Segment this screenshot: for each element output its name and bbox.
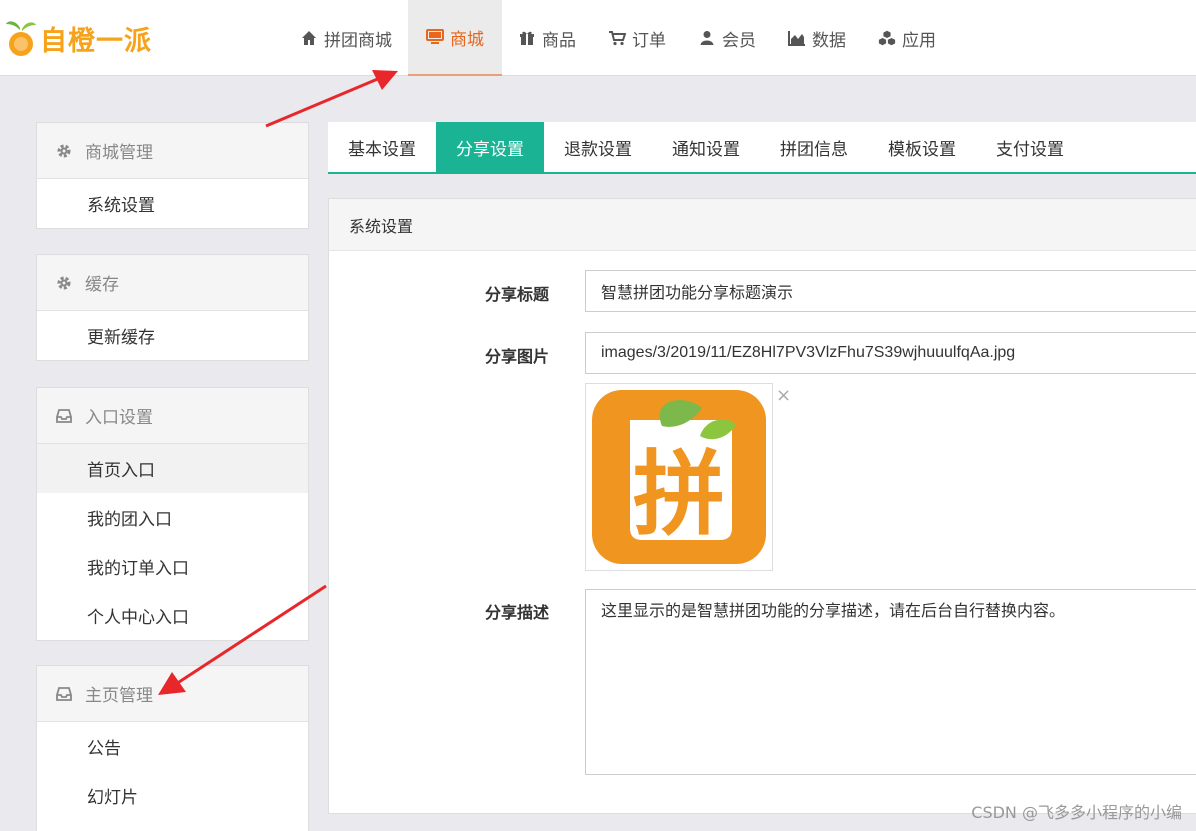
sidebar-group-header[interactable]: 主页管理 bbox=[37, 666, 308, 722]
brand-name: 自橙一派 bbox=[40, 25, 152, 57]
cart-icon bbox=[608, 29, 626, 47]
nav-label: 拼团商城 bbox=[324, 30, 392, 51]
nav-item-members[interactable]: 会员 bbox=[682, 0, 772, 76]
nav-item-orders[interactable]: 订单 bbox=[592, 0, 682, 76]
monitor-icon bbox=[426, 28, 444, 46]
area-chart-icon bbox=[788, 29, 806, 47]
sidebar-item-slideshow[interactable]: 幻灯片 bbox=[37, 771, 308, 820]
tab-template-settings[interactable]: 模板设置 bbox=[868, 122, 976, 172]
share-title-input[interactable] bbox=[585, 270, 1196, 312]
sidebar-item-my-order-entry[interactable]: 我的订单入口 bbox=[37, 542, 308, 591]
pin-logo-glyph: 拼 bbox=[633, 441, 725, 548]
red-arrow-line bbox=[265, 76, 381, 128]
nav-label: 商品 bbox=[542, 30, 576, 51]
sidebar-group-title: 缓存 bbox=[85, 275, 119, 295]
nav-item-goods[interactable]: 商品 bbox=[502, 0, 592, 76]
nav-item-data[interactable]: 数据 bbox=[772, 0, 862, 76]
gear-icon bbox=[55, 274, 73, 292]
sidebar-group-header[interactable]: 缓存 bbox=[37, 255, 308, 311]
sidebar-item-home-entry[interactable]: 首页入口 bbox=[37, 444, 308, 493]
main-nav: 拼团商城 商城 商品 订单 会员 数据 应用 bbox=[284, 0, 952, 76]
tab-payment-settings[interactable]: 支付设置 bbox=[976, 122, 1084, 172]
share-desc-textarea[interactable]: 这里显示的是智慧拼团功能的分享描述，请在后台自行替换内容。 bbox=[585, 589, 1196, 775]
nav-label: 订单 bbox=[632, 30, 666, 51]
sidebar-group-mall-management: 商城管理 系统设置 bbox=[36, 122, 309, 229]
sidebar-item-system-settings[interactable]: 系统设置 bbox=[37, 179, 308, 228]
gift-icon bbox=[518, 29, 536, 47]
gear-icon bbox=[55, 142, 73, 160]
inbox-icon bbox=[55, 685, 73, 703]
sidebar-item-profile-entry[interactable]: 个人中心入口 bbox=[37, 591, 308, 640]
share-image-input[interactable] bbox=[585, 332, 1196, 374]
settings-tabs: 基本设置 分享设置 退款设置 通知设置 拼团信息 模板设置 支付设置 bbox=[328, 122, 1196, 174]
nav-label: 应用 bbox=[902, 30, 936, 51]
nav-label: 数据 bbox=[812, 30, 846, 51]
sidebar-item-update-cache[interactable]: 更新缓存 bbox=[37, 311, 308, 360]
tab-group-info[interactable]: 拼团信息 bbox=[760, 122, 868, 172]
share-image-preview: 拼 bbox=[585, 383, 773, 571]
share-settings-panel: 系统设置 分享标题 分享图片 拼 × 分享描述 这里显示的是智慧拼团功能的分享描… bbox=[328, 198, 1196, 814]
sidebar-group-home-management: 主页管理 公告 幻灯片 bbox=[36, 665, 309, 831]
sidebar-item-notice[interactable]: 公告 bbox=[37, 722, 308, 771]
sidebar-group-header[interactable]: 入口设置 bbox=[37, 388, 308, 444]
user-icon bbox=[698, 29, 716, 47]
orange-logo-icon bbox=[4, 18, 40, 58]
nav-item-apps[interactable]: 应用 bbox=[862, 0, 952, 76]
share-image-label: 分享图片 bbox=[484, 347, 549, 366]
brand-logo[interactable]: 自橙一派 bbox=[4, 16, 152, 60]
share-title-label: 分享标题 bbox=[484, 285, 549, 304]
home-icon bbox=[300, 29, 318, 47]
nav-item-mall[interactable]: 商城 bbox=[408, 0, 502, 76]
sidebar-item-my-group-entry[interactable]: 我的团入口 bbox=[37, 493, 308, 542]
sidebar-group-title: 商城管理 bbox=[85, 143, 153, 163]
sidebar-group-entry-settings: 入口设置 首页入口 我的团入口 我的订单入口 个人中心入口 bbox=[36, 387, 309, 641]
remove-image-icon[interactable]: × bbox=[776, 385, 791, 406]
nav-label: 商城 bbox=[450, 29, 484, 50]
nav-item-group-mall[interactable]: 拼团商城 bbox=[284, 0, 408, 76]
sidebar-group-cache: 缓存 更新缓存 bbox=[36, 254, 309, 361]
panel-title: 系统设置 bbox=[329, 199, 1196, 251]
watermark-text: CSDN @飞多多小程序的小编 bbox=[971, 803, 1182, 822]
tab-notify-settings[interactable]: 通知设置 bbox=[652, 122, 760, 172]
tab-refund-settings[interactable]: 退款设置 bbox=[544, 122, 652, 172]
sidebar-group-title: 主页管理 bbox=[85, 686, 153, 706]
tab-share-settings[interactable]: 分享设置 bbox=[436, 122, 544, 172]
share-desc-label: 分享描述 bbox=[484, 603, 549, 622]
sidebar-group-title: 入口设置 bbox=[85, 408, 153, 428]
top-bar: 自橙一派 拼团商城 商城 商品 订单 会员 数据 应用 bbox=[0, 0, 1196, 76]
sidebar-group-header[interactable]: 商城管理 bbox=[37, 123, 308, 179]
pin-logo-image: 拼 bbox=[592, 390, 766, 564]
tab-basic-settings[interactable]: 基本设置 bbox=[328, 122, 436, 172]
nav-label: 会员 bbox=[722, 30, 756, 51]
inbox-icon bbox=[55, 407, 73, 425]
cubes-icon bbox=[878, 29, 896, 47]
